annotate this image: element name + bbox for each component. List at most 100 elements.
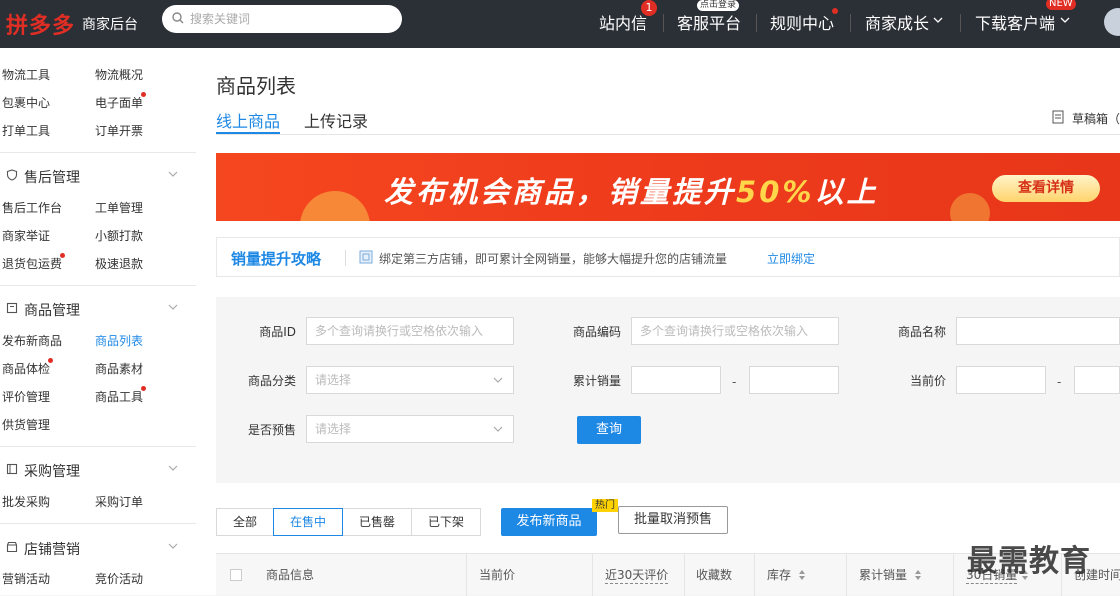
promo-banner[interactable]: 发布机会商品，销量提升50%以上 查看详情 <box>216 153 1120 221</box>
th-30day-reviews[interactable]: 近30天评价 <box>605 566 669 584</box>
coin-decoration <box>300 191 370 221</box>
sidebar-link-bidding[interactable]: 竞价活动 <box>95 570 143 587</box>
chevron-down-icon <box>168 304 178 310</box>
sidebar-section-goods[interactable]: 商品管理 <box>0 294 196 324</box>
avatar[interactable] <box>1104 8 1120 36</box>
sidebar-link-order-invoice[interactable]: 订单开票 <box>95 122 143 139</box>
nav-separator <box>960 14 961 32</box>
sidebar-section-marketing[interactable]: 店铺营销 <box>0 533 196 563</box>
th-current-price[interactable]: 当前价 <box>479 566 515 583</box>
sidebar-link-fast-refund[interactable]: 极速退款 <box>95 255 143 272</box>
draft-box-link[interactable]: 草稿箱（ <box>1072 110 1120 127</box>
sidebar-link-print-tools[interactable]: 打单工具 <box>2 122 50 139</box>
nav-rules-center[interactable]: 规则中心 <box>770 10 834 34</box>
purchase-icon <box>6 463 18 475</box>
new-tag: NEW <box>1046 0 1076 10</box>
hot-tag: 热门 <box>592 499 618 512</box>
price-min-input[interactable] <box>956 366 1046 394</box>
shield-icon <box>6 169 18 181</box>
chevron-down-icon <box>168 543 178 549</box>
search-input[interactable] <box>190 9 390 29</box>
nav-messages[interactable]: 站内信 <box>599 10 647 34</box>
goods-icon <box>6 302 18 314</box>
nav-merchant-growth[interactable]: 商家成长 <box>865 10 929 34</box>
tips-title: 销量提升攻略 <box>231 250 322 268</box>
goods-id-input[interactable]: 多个查询请换行或空格依次输入 <box>306 317 514 345</box>
divider <box>345 250 346 266</box>
sidebar-link-package-center[interactable]: 包裹中心 <box>2 94 50 111</box>
sales-label: 累计销量 <box>572 374 621 388</box>
login-tag[interactable]: 点击登录 <box>697 0 740 11</box>
presale-label: 是否预售 <box>247 423 296 437</box>
main-content: 商品列表 线上商品 上传记录 草稿箱（ 发布机会商品，销量提升50%以上 查看详… <box>196 48 1120 596</box>
goods-name-input[interactable] <box>956 317 1120 345</box>
nav-download-client[interactable]: 下载客户端 <box>975 10 1055 34</box>
status-tab-off-shelf[interactable]: 已下架 <box>411 508 481 536</box>
price-max-input[interactable] <box>1074 366 1120 394</box>
tab-online-goods[interactable]: 线上商品 <box>216 108 280 132</box>
column-divider <box>953 554 954 596</box>
batch-cancel-presale-button[interactable]: 批量取消预售 <box>618 506 728 534</box>
sidebar-link-return-shipping[interactable]: 退货包运费 <box>2 255 62 272</box>
sidebar-link-reviews[interactable]: 评价管理 <box>2 388 50 405</box>
coin-decoration <box>950 193 990 221</box>
status-tab-all[interactable]: 全部 <box>216 508 274 536</box>
divider <box>0 523 196 524</box>
bind-now-link[interactable]: 立即绑定 <box>767 250 815 267</box>
sidebar-link-logistics-tools[interactable]: 物流工具 <box>2 66 50 83</box>
sort-icon[interactable] <box>799 570 805 580</box>
section-title: 店铺营销 <box>24 542 80 558</box>
tabs-divider <box>216 134 1120 135</box>
sidebar-link-goods-tools[interactable]: 商品工具 <box>95 388 143 405</box>
goods-code-input[interactable]: 多个查询请换行或空格依次输入 <box>631 317 839 345</box>
sidebar-link-purchase-orders[interactable]: 采购订单 <box>95 493 143 510</box>
sidebar-section-after-sales[interactable]: 售后管理 <box>0 161 196 191</box>
th-stock[interactable]: 库存 <box>767 566 791 583</box>
logo[interactable]: 拼多多 <box>6 8 75 40</box>
watermark: 最需教育 <box>967 544 1091 579</box>
notify-dot <box>832 8 838 14</box>
sidebar-link-e-waybill[interactable]: 电子面单 <box>95 94 143 111</box>
nav-separator <box>756 14 757 32</box>
sidebar-link-campaigns[interactable]: 营销活动 <box>2 570 50 587</box>
divider <box>0 446 196 447</box>
nav-customer-service[interactable]: 客服平台 <box>677 10 741 34</box>
query-button[interactable]: 查询 <box>577 416 641 444</box>
sort-icon[interactable] <box>915 570 921 580</box>
th-favorites: 收藏数 <box>696 568 733 582</box>
sidebar-section-purchase[interactable]: 采购管理 <box>0 455 196 485</box>
nav-separator <box>663 14 664 32</box>
th-total-sales[interactable]: 累计销量 <box>859 566 907 583</box>
sidebar-link-goods-material[interactable]: 商品素材 <box>95 360 143 377</box>
sidebar-link-goods-list[interactable]: 商品列表 <box>95 332 143 349</box>
column-divider <box>684 554 685 596</box>
sidebar-link-after-sales-desk[interactable]: 售后工作台 <box>2 199 62 216</box>
active-tab-indicator <box>216 132 280 134</box>
sidebar-link-partial[interactable] <box>2 48 6 56</box>
document-icon <box>1052 110 1064 124</box>
column-divider <box>466 554 467 596</box>
notify-dot <box>141 92 146 97</box>
sales-max-input[interactable] <box>749 366 839 394</box>
sidebar-link-publish-goods[interactable]: 发布新商品 <box>2 332 62 349</box>
search-box[interactable] <box>162 5 402 33</box>
sidebar-link-small-payment[interactable]: 小额打款 <box>95 227 143 244</box>
presale-select[interactable]: 请选择 <box>306 415 514 443</box>
sidebar-link-tickets[interactable]: 工单管理 <box>95 199 143 216</box>
sidebar-link-goods-check[interactable]: 商品体检 <box>2 360 50 377</box>
status-tab-sold-out[interactable]: 已售罄 <box>342 508 412 536</box>
category-select[interactable]: 请选择 <box>306 366 514 394</box>
sidebar-link-supply[interactable]: 供货管理 <box>2 416 50 433</box>
select-all-checkbox[interactable] <box>230 569 242 581</box>
divider <box>0 285 196 286</box>
page-title: 商品列表 <box>216 74 296 98</box>
sales-min-input[interactable] <box>631 366 721 394</box>
sidebar-link-merchant-proof[interactable]: 商家举证 <box>2 227 50 244</box>
sidebar-link-wholesale[interactable]: 批发采购 <box>2 493 50 510</box>
sidebar-link-logistics-overview[interactable]: 物流概况 <box>95 66 143 83</box>
status-tab-on-sale[interactable]: 在售中 <box>273 508 343 536</box>
tab-upload-records[interactable]: 上传记录 <box>304 108 368 132</box>
banner-details-button[interactable]: 查看详情 <box>992 175 1100 202</box>
search-icon <box>172 12 184 24</box>
publish-goods-button[interactable]: 发布新商品 <box>501 508 597 536</box>
